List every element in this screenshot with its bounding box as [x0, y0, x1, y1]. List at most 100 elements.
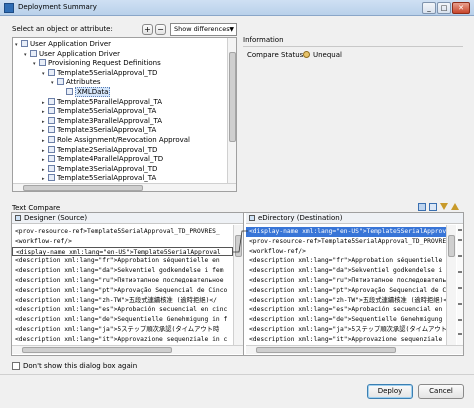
- difference-marker[interactable]: [458, 333, 462, 335]
- tree-hscroll-thumb[interactable]: [23, 185, 143, 191]
- tree-item[interactable]: ▸ Template2SerialApproval_TD: [15, 145, 227, 156]
- difference-marker[interactable]: [458, 319, 462, 321]
- tree-item[interactable]: ▾ Provisioning Request Definitions: [15, 59, 227, 69]
- designer-icon: [15, 215, 21, 221]
- object-tree[interactable]: ▾ User Application Driver ▾ User Applicatio…: [12, 37, 237, 192]
- code-line[interactable]: <description xml:lang="fr">Approbation s…: [12, 256, 233, 266]
- tree-node-icon: [21, 40, 28, 47]
- tree-item-label: Role Assignment/Revocation Approval: [57, 135, 190, 144]
- tree-item-label: Template2SerialApproval_TD: [57, 145, 158, 154]
- destination-pane[interactable]: eDirectory (Destination) <display-name x…: [246, 213, 463, 355]
- destination-horizontal-scrollbar[interactable]: [246, 345, 463, 354]
- difference-marker[interactable]: [458, 239, 462, 241]
- code-line[interactable]: <description xml:lang="pt">Aprovação Seq…: [246, 286, 446, 296]
- minimize-button[interactable]: _: [422, 2, 436, 14]
- tree-item[interactable]: ▾ User Application Driver: [15, 40, 227, 50]
- code-line[interactable]: <description xml:lang="de">Sequentielle …: [12, 315, 233, 325]
- code-line[interactable]: <description xml:lang="da">Sekventiel go…: [12, 266, 233, 276]
- filter-dropdown[interactable]: Show differences ▼: [170, 23, 237, 36]
- copy-left-icon[interactable]: [429, 203, 437, 211]
- title-bar: Deployment Summary _ □ ✕: [0, 0, 474, 16]
- next-difference-icon[interactable]: [440, 203, 448, 210]
- code-line[interactable]: <description xml:lang="de">Sequentielle …: [246, 315, 446, 325]
- destination-vertical-scrollbar[interactable]: [446, 225, 456, 345]
- tree-item[interactable]: ▾ User Application Driver: [15, 49, 227, 60]
- destination-scroll-thumb[interactable]: [448, 235, 455, 257]
- window-title: Deployment Summary: [18, 3, 97, 11]
- tree-item-label: Template3ParallelApproval_TA: [57, 116, 162, 125]
- tree-item[interactable]: ▾ Template5SerialApproval_TD: [15, 68, 227, 79]
- tree-item-label: Template5SerialApproval_TD: [57, 68, 158, 77]
- code-line[interactable]: <description xml:lang="ja">5ステップ順次承認(タイム…: [246, 325, 446, 335]
- source-hscroll-thumb[interactable]: [22, 347, 172, 353]
- tree-node-icon: [48, 164, 55, 172]
- tree-scroll-thumb[interactable]: [229, 52, 236, 142]
- code-line[interactable]: <description xml:lang="es">Aprobación se…: [246, 305, 446, 315]
- previous-difference-icon[interactable]: [451, 203, 459, 210]
- information-divider: [243, 46, 463, 47]
- code-line[interactable]: <description xml:lang="zh-TW">五段式連續核准 (逾…: [246, 296, 446, 306]
- destination-pane-header: eDirectory (Destination): [246, 213, 463, 224]
- copy-all-left-icon[interactable]: [418, 203, 426, 211]
- tree-item[interactable]: ▾ Attributes: [15, 78, 227, 88]
- tree-item-label: User Application Driver: [30, 40, 112, 48]
- tree-item-label: Template5ParallelApproval_TA: [57, 97, 162, 106]
- code-line[interactable]: <display-name xml:lang="en-US">Template5…: [246, 227, 446, 237]
- filter-dropdown-value: Show differences: [174, 25, 230, 33]
- cancel-button[interactable]: Cancel: [418, 384, 464, 399]
- code-line[interactable]: <description xml:lang="it">Approvazione …: [246, 335, 446, 345]
- difference-marker[interactable]: [458, 229, 462, 231]
- tree-item-label: XMLData: [75, 86, 111, 97]
- tree-item[interactable]: XMLData: [15, 86, 227, 98]
- code-line[interactable]: <description xml:lang="da">Sekventiel go…: [246, 266, 446, 276]
- footer-divider: [0, 374, 474, 375]
- collapse-all-button[interactable]: −: [155, 24, 166, 35]
- code-line[interactable]: <workflow-ref/>: [246, 247, 446, 257]
- code-line[interactable]: <prov-resource-ref>Template5SerialApprov…: [246, 237, 446, 247]
- code-line[interactable]: <display-name xml:lang="en-US">Template5…: [12, 246, 233, 257]
- destination-hscroll-thumb[interactable]: [256, 347, 396, 353]
- code-line[interactable]: <description xml:lang="pt">Aprovação Seq…: [12, 286, 233, 296]
- tree-node-icon: [48, 68, 55, 76]
- deploy-button[interactable]: Deploy: [367, 384, 413, 399]
- tree-vertical-scrollbar[interactable]: [227, 38, 236, 183]
- code-line[interactable]: <description xml:lang="ru">Пятиэтапное п…: [246, 276, 446, 286]
- tree-node-icon: [48, 126, 55, 134]
- tree-item[interactable]: ▸ Template3SerialApproval_TA: [15, 126, 227, 136]
- difference-overview-ruler[interactable]: [457, 225, 463, 345]
- tree-node-icon: [48, 135, 55, 143]
- expand-all-button[interactable]: +: [142, 24, 153, 35]
- difference-marker[interactable]: [458, 271, 462, 273]
- tree-item[interactable]: ▸ Template4ParallelApproval_TD: [15, 155, 227, 165]
- code-line[interactable]: <description xml:lang="ru">Пятиэтапное п…: [12, 276, 233, 286]
- code-line[interactable]: <description xml:lang="zh-TW">五段式連續核准 (逾…: [12, 296, 233, 306]
- tree-node-icon: [48, 97, 55, 105]
- code-line[interactable]: <description xml:lang="it">Approvazione …: [12, 335, 233, 345]
- source-horizontal-scrollbar[interactable]: [12, 345, 243, 354]
- source-pane[interactable]: Designer (Source) <prov-resource-ref>Tem…: [12, 213, 244, 355]
- compare-status-label: Compare Status:: [247, 51, 306, 59]
- close-window-button[interactable]: ✕: [452, 2, 470, 14]
- text-compare-title: Text Compare: [12, 204, 61, 212]
- tree-item[interactable]: ▸ Template3SerialApproval_TD: [15, 164, 227, 175]
- maximize-button[interactable]: □: [437, 2, 451, 14]
- expand-all-icon: +: [144, 25, 151, 34]
- tree-item[interactable]: ▸ Template5ParallelApproval_TA: [15, 97, 227, 108]
- tree-item-label: Template5SerialApproval_TA: [57, 107, 157, 116]
- code-line[interactable]: <description xml:lang="es">Aprobación se…: [12, 305, 233, 315]
- tree-horizontal-scrollbar[interactable]: [13, 183, 236, 191]
- difference-marker[interactable]: [458, 255, 462, 257]
- tree-node-icon: [57, 78, 64, 86]
- code-line[interactable]: <description xml:lang="fr">Approbation s…: [246, 256, 446, 266]
- dont-show-checkbox[interactable]: [12, 362, 20, 370]
- app-icon: [4, 3, 14, 13]
- difference-connector: [233, 230, 248, 253]
- code-line[interactable]: <workflow-ref/>: [12, 237, 233, 247]
- tree-item[interactable]: ▸ Template3ParallelApproval_TA: [15, 116, 227, 127]
- code-line[interactable]: <prov-resource-ref>Template5SerialApprov…: [12, 227, 233, 237]
- code-line[interactable]: <description xml:lang="ja">5ステップ順次承認(タイム…: [12, 325, 233, 335]
- tree-item[interactable]: ▸ Template5SerialApproval_TA: [15, 107, 227, 117]
- difference-marker[interactable]: [458, 287, 462, 289]
- tree-item[interactable]: ▸ Role Assignment/Revocation Approval: [15, 135, 227, 146]
- difference-marker[interactable]: [458, 303, 462, 305]
